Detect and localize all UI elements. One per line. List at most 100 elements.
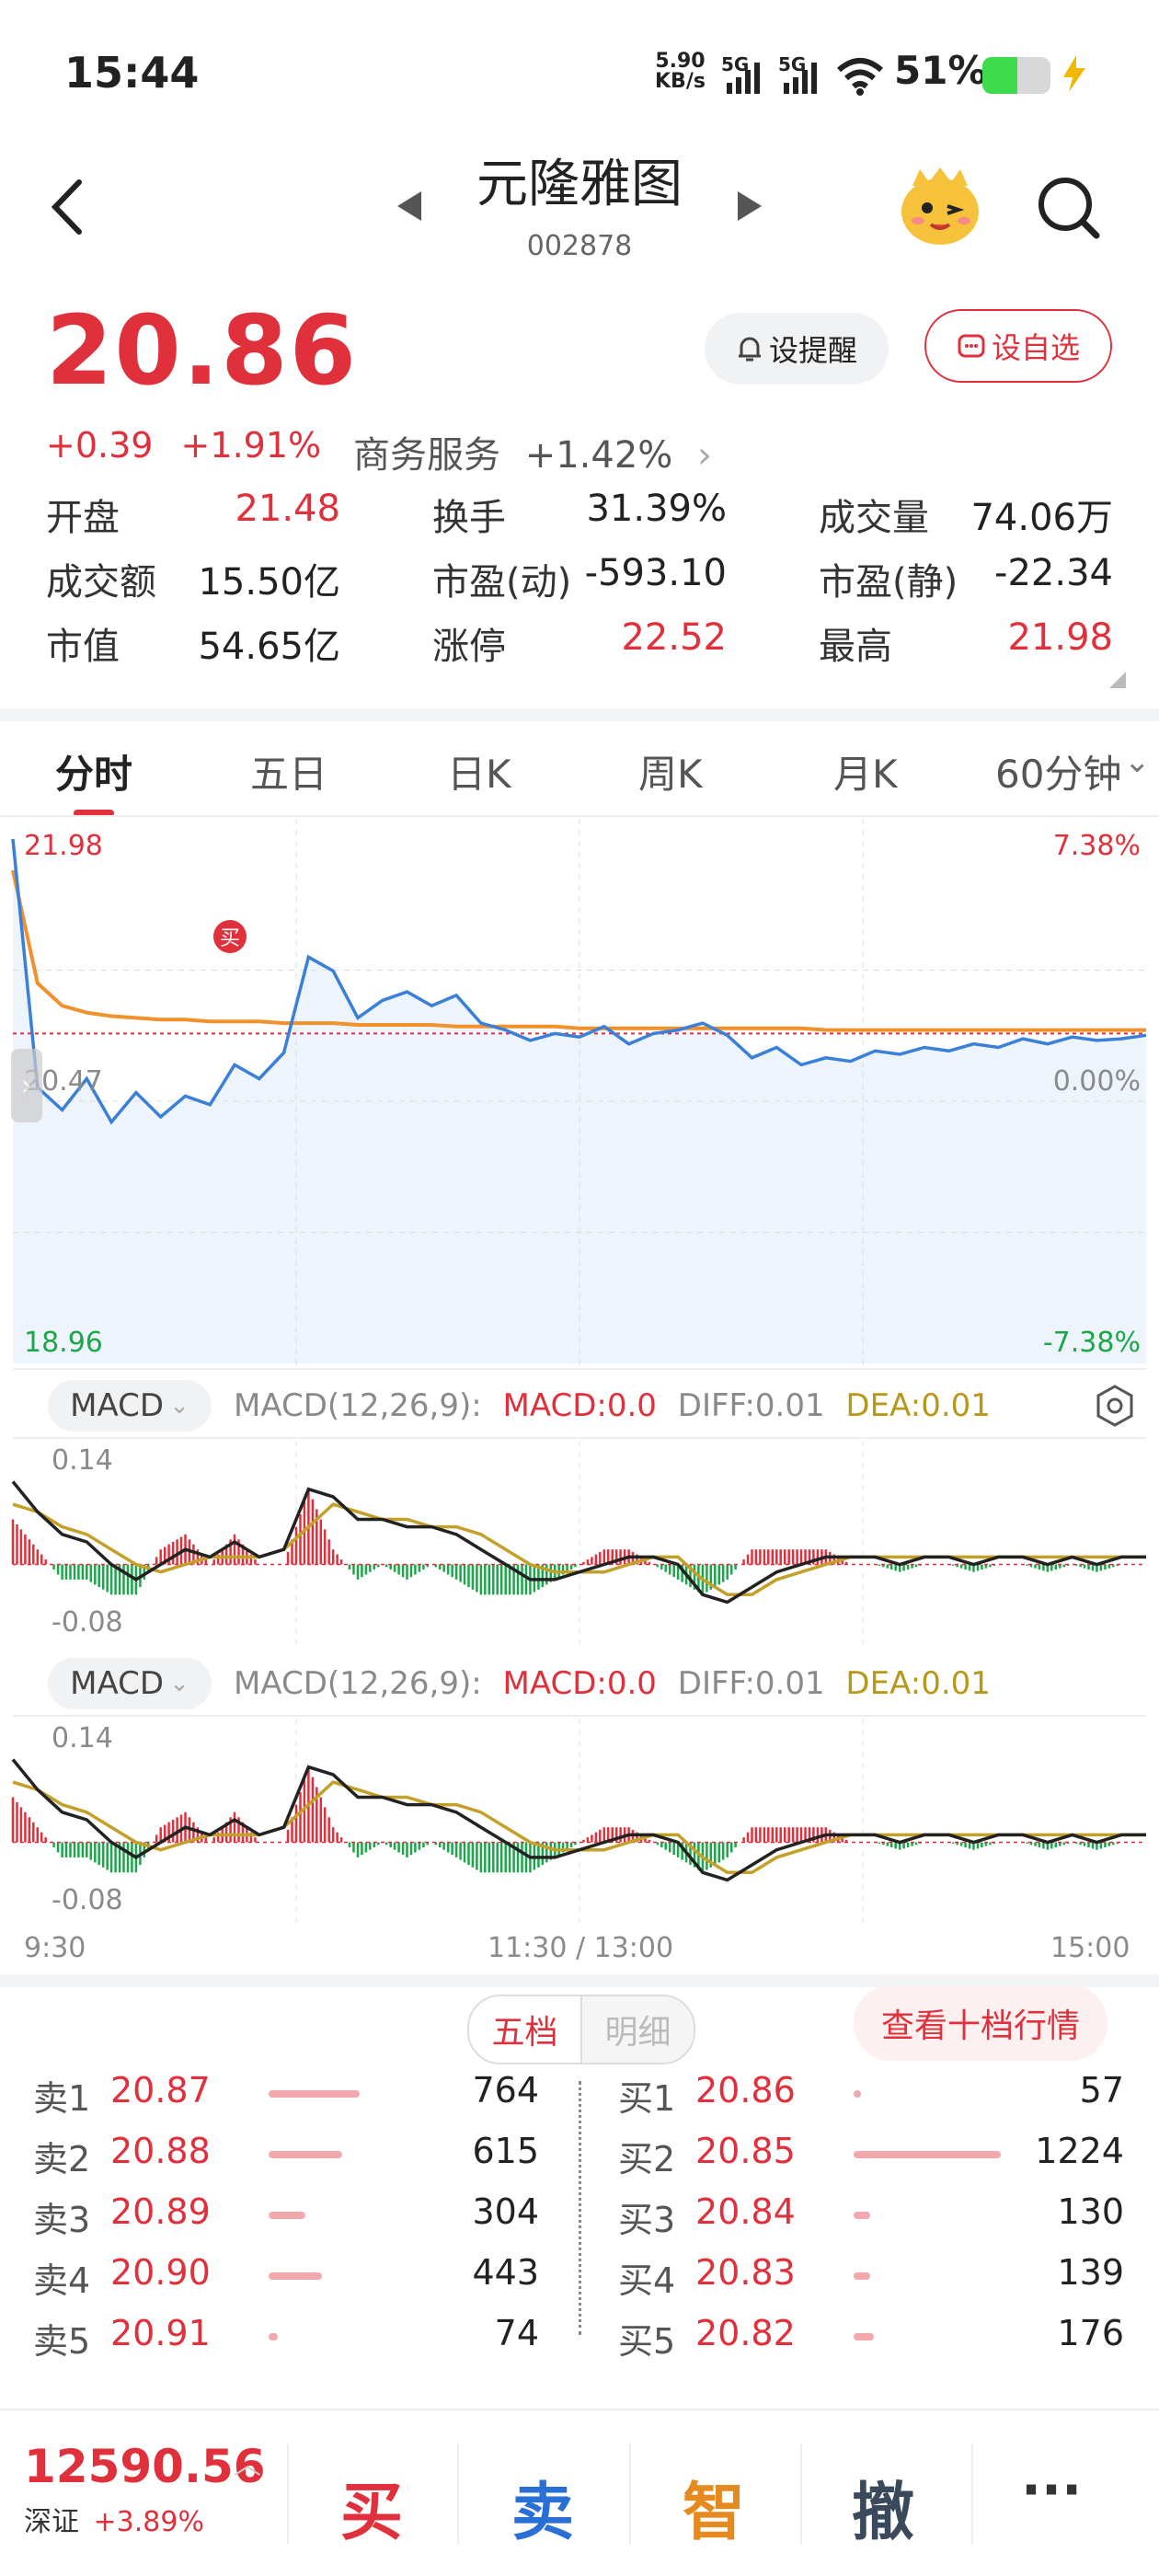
time-axis-start: 9:30 — [24, 1932, 86, 1964]
macd-panel-1: MACD ⌄ MACD(12,26,9): MACD:0.0 DIFF:0.01 … — [0, 1371, 1159, 1647]
macd-chart-1 — [11, 1441, 1146, 1645]
macd-panel-2: MACD ⌄ MACD(12,26,9): MACD:0.0 DIFF:0.01 … — [0, 1649, 1159, 1925]
stat-label: 开盘 — [46, 497, 120, 539]
watchlist-icon — [958, 334, 985, 358]
level-label: 买3 — [618, 2200, 676, 2240]
level-volume: 764 — [472, 2070, 539, 2110]
signal-icon-1: 5G — [721, 53, 765, 96]
tab-more-icon[interactable]: ⌄ — [1124, 743, 1151, 780]
diff-value-1: DIFF:0.01 — [677, 1387, 825, 1424]
macd-ymax-2: 0.14 — [52, 1722, 113, 1754]
level-volume: 176 — [1057, 2313, 1124, 2353]
stat-label: 涨停 — [432, 626, 506, 668]
price-chart-svg — [11, 819, 1147, 1371]
orderbook-row[interactable]: 卖5 20.91 74 — [0, 2313, 570, 2368]
index-name: 深证 — [24, 2506, 79, 2538]
set-alert-button[interactable]: 设提醒 — [705, 313, 889, 385]
next-stock-button[interactable] — [734, 188, 765, 228]
orderbook-row[interactable]: 买4 20.83 139 — [585, 2252, 1155, 2307]
sector-link[interactable]: 商务服务 +1.42% › — [353, 425, 712, 478]
level-price: 20.87 — [110, 2070, 211, 2110]
orderbook-row[interactable]: 买3 20.84 130 — [585, 2191, 1155, 2247]
indicator-name-1: MACD — [70, 1387, 165, 1424]
signal-icon-2: 5G — [778, 53, 822, 96]
net-speed-value: 5.90 — [655, 50, 706, 73]
orderbook-row[interactable]: 卖2 20.88 615 — [0, 2131, 570, 2186]
macd-params-2: MACD(12,26,9): — [234, 1665, 482, 1702]
stat-label: 成交额 — [46, 561, 156, 604]
wifi-icon — [835, 55, 885, 99]
expand-corner-icon[interactable] — [1109, 672, 1126, 688]
stat-value: 22.52 — [621, 616, 727, 659]
tab-five-day[interactable]: 五日 — [250, 743, 327, 799]
buy-button[interactable]: 买 — [340, 2461, 403, 2552]
macd-chart-2 — [11, 1719, 1146, 1923]
indicator-name-2: MACD — [70, 1665, 165, 1702]
left-drawer-handle[interactable]: › — [11, 1049, 42, 1122]
tab-five-levels[interactable]: 五档 — [469, 1996, 582, 2063]
tab-monthly-k[interactable]: 月K — [833, 743, 898, 799]
macd-ymax-1: 0.14 — [52, 1444, 113, 1477]
macd-ymin-2: -0.08 — [52, 1884, 123, 1916]
macd-divider-2 — [13, 1715, 1146, 1717]
footer-sep-3 — [629, 2444, 631, 2545]
volume-bar — [269, 2212, 305, 2219]
tab-60min[interactable]: 60分钟 — [995, 743, 1121, 799]
level-label: 买1 — [618, 2078, 676, 2119]
orderbook-row[interactable]: 买2 20.85 1224 — [585, 2131, 1155, 2186]
level-label: 卖5 — [33, 2321, 91, 2362]
settings-icon[interactable] — [1095, 1384, 1135, 1432]
add-watchlist-button[interactable]: 设自选 — [924, 309, 1112, 383]
price-change: +0.39 — [46, 425, 154, 466]
level-volume: 304 — [472, 2191, 539, 2232]
footer-divider — [0, 2409, 1159, 2410]
footer-sep-5 — [971, 2444, 973, 2545]
orderbook-row[interactable]: 买5 20.82 176 — [585, 2313, 1155, 2368]
level-volume: 1224 — [1035, 2131, 1124, 2171]
search-icon[interactable] — [1034, 173, 1104, 247]
smart-button[interactable]: 智 — [683, 2461, 745, 2552]
orderbook-row[interactable]: 卖3 20.89 304 — [0, 2191, 570, 2247]
level-price: 20.91 — [110, 2313, 211, 2353]
dea-value-2: DEA:0.01 — [845, 1665, 991, 1702]
stat-value: 54.65亿 — [198, 626, 340, 668]
stat-value: 31.39% — [586, 488, 727, 530]
battery-icon — [982, 57, 1050, 94]
more-button[interactable]: ··· — [1021, 2458, 1082, 2521]
level-volume: 74 — [494, 2313, 539, 2353]
macd-legend-2: MACD(12,26,9): MACD:0.0 DIFF:0.01 DEA:0.… — [234, 1665, 991, 1702]
stat-value: 74.06万 — [970, 497, 1113, 539]
mascot-icon[interactable] — [896, 166, 984, 252]
cancel-order-button[interactable]: 撤 — [852, 2461, 914, 2552]
orderbook-row[interactable]: 卖4 20.90 443 — [0, 2252, 570, 2307]
level-volume: 57 — [1079, 2070, 1124, 2110]
avg-price-line — [11, 869, 1146, 1032]
pct-axis-mid: 0.00% — [1052, 1065, 1141, 1098]
tab-daily-k[interactable]: 日K — [447, 743, 511, 799]
stat-value: 15.50亿 — [198, 561, 340, 604]
intraday-chart[interactable]: 21.98 20.47 18.96 7.38% 0.00% -7.38% 买 › — [0, 819, 1159, 1371]
level-volume: 443 — [472, 2252, 539, 2293]
tab-weekly-k[interactable]: 周K — [638, 743, 703, 799]
level-label: 买5 — [618, 2321, 676, 2362]
footer-sep-1 — [287, 2444, 289, 2545]
indicator-select-1[interactable]: MACD ⌄ — [48, 1380, 212, 1432]
volume-bar — [854, 2272, 870, 2280]
ten-levels-button[interactable]: 查看十档行情 — [854, 1985, 1107, 2061]
sell-button[interactable]: 卖 — [511, 2461, 574, 2552]
level-label: 买2 — [618, 2139, 676, 2179]
index-ticker[interactable]: 12590.56 ︿ 深证 +3.89% — [24, 2440, 281, 2539]
orderbook-row[interactable]: 买1 20.86 57 — [585, 2070, 1155, 2125]
level-price: 20.83 — [695, 2252, 796, 2293]
battery-percent: 51% — [894, 48, 987, 93]
tab-details[interactable]: 明细 — [582, 1996, 694, 2063]
stat-value: 21.48 — [235, 488, 340, 530]
macd-value-2: MACD:0.0 — [502, 1665, 657, 1702]
tabs-divider — [0, 815, 1159, 817]
indicator-select-2[interactable]: MACD ⌄ — [48, 1658, 212, 1709]
chevron-down-icon: ⌄ — [169, 1670, 189, 1697]
chevron-right-icon: › — [697, 434, 713, 477]
tab-intraday[interactable]: 分时 — [55, 743, 132, 799]
orderbook-row[interactable]: 卖1 20.87 764 — [0, 2070, 570, 2125]
pct-axis-bottom: -7.38% — [1042, 1327, 1141, 1359]
